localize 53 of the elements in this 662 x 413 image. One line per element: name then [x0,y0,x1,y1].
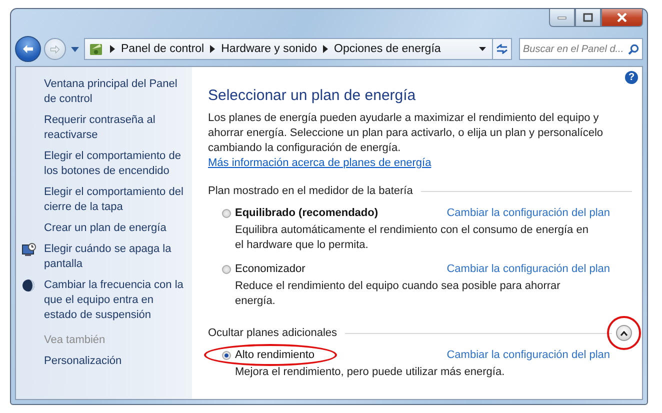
back-button[interactable] [15,36,41,62]
collapse-button[interactable] [616,325,632,341]
group-heading: Plan mostrado en el medidor de la batería [208,185,413,197]
sidebar-link[interactable]: Cambiar la frecuencia con la que el equipo entra en estado de suspensión [44,278,186,323]
sidebar-link[interactable]: Elegir el comportamiento del cierre de la tapa [44,185,186,215]
breadcrumb[interactable]: Hardware y sonido [221,43,318,55]
plan-name: Equilibrado (recomendado) [235,207,378,219]
plan-description: Reduce el rendimiento del equipo cuando sea posible para ahorrar energía. [234,279,562,309]
radio-button[interactable] [222,208,231,218]
sidebar-link[interactable]: Ventana principal del Panel de control [44,77,186,107]
control-panel-icon [88,42,104,56]
search-icon[interactable] [628,44,639,55]
plan-description: Mejora el rendimiento, pero puede utilizar más energía. [234,365,506,380]
forward-arrow-icon [50,44,60,54]
monitor-clock-icon [22,243,36,256]
close-button[interactable] [601,9,643,27]
change-plan-link[interactable]: Cambiar la configuración del plan [446,263,610,275]
address-bar[interactable]: Panel de control Hardware y sonido Opciones de energía [84,38,493,60]
chevron-up-icon [620,330,628,336]
sidebar-link[interactable]: Crear un plan de energía [44,221,166,236]
help-icon[interactable]: ? [625,71,638,84]
refresh-icon [496,44,508,54]
chevron-icon [210,45,216,53]
sidebar-link[interactable]: Requerir contraseña al reactivarse [44,113,186,143]
sidebar-link[interactable]: Elegir cuándo se apaga la pantalla [44,242,186,272]
back-arrow-icon [22,44,34,54]
refresh-button[interactable] [492,38,512,60]
chevron-icon [323,45,328,53]
maximize-button[interactable] [575,9,601,27]
search-field[interactable]: Buscar en el Panel d... [519,38,643,60]
breadcrumb[interactable]: Opciones de energía [334,43,441,55]
change-plan-link[interactable]: Cambiar la configuración del plan [446,349,610,361]
sidebar-link[interactable]: Personalización [44,354,122,369]
change-plan-link[interactable]: Cambiar la configuración del plan [446,207,610,219]
radio-button[interactable] [222,264,231,274]
intro-paragraph: Los planes de energía pueden ayudarle a maximizar el rendimiento del equipo y ahorrar energía. Seleccione un plan para activarlo, o elija un plan y personalícelo cambiando la configuración de energía. Más información acerca de planes de energía [208,111,604,171]
info-link[interactable]: Más información acerca de planes de energía [208,157,432,169]
see-also-heading: Vea también [44,333,106,348]
maximize-icon [583,13,593,22]
minimize-button[interactable] [549,9,575,27]
plan-name: Economizador [235,263,306,275]
breadcrumb[interactable]: Panel de control [121,43,204,55]
close-icon [617,13,627,22]
moon-icon [22,279,35,292]
radio-button[interactable] [222,350,231,360]
page-title: Seleccionar un plan de energía [208,87,417,104]
minimize-icon [557,16,567,20]
chevron-icon [110,45,115,53]
group-heading: Ocultar planes adicionales [208,327,338,339]
sidebar-link[interactable]: Elegir el comportamiento de los botones de encendido [44,149,186,179]
dropdown-arrow-icon[interactable] [479,47,486,51]
plan-description: Equilibra automáticamente el rendimiento con el consumo de energía en el hardware que lo permita. [234,223,590,253]
plan-name: Alto rendimiento [235,349,314,361]
